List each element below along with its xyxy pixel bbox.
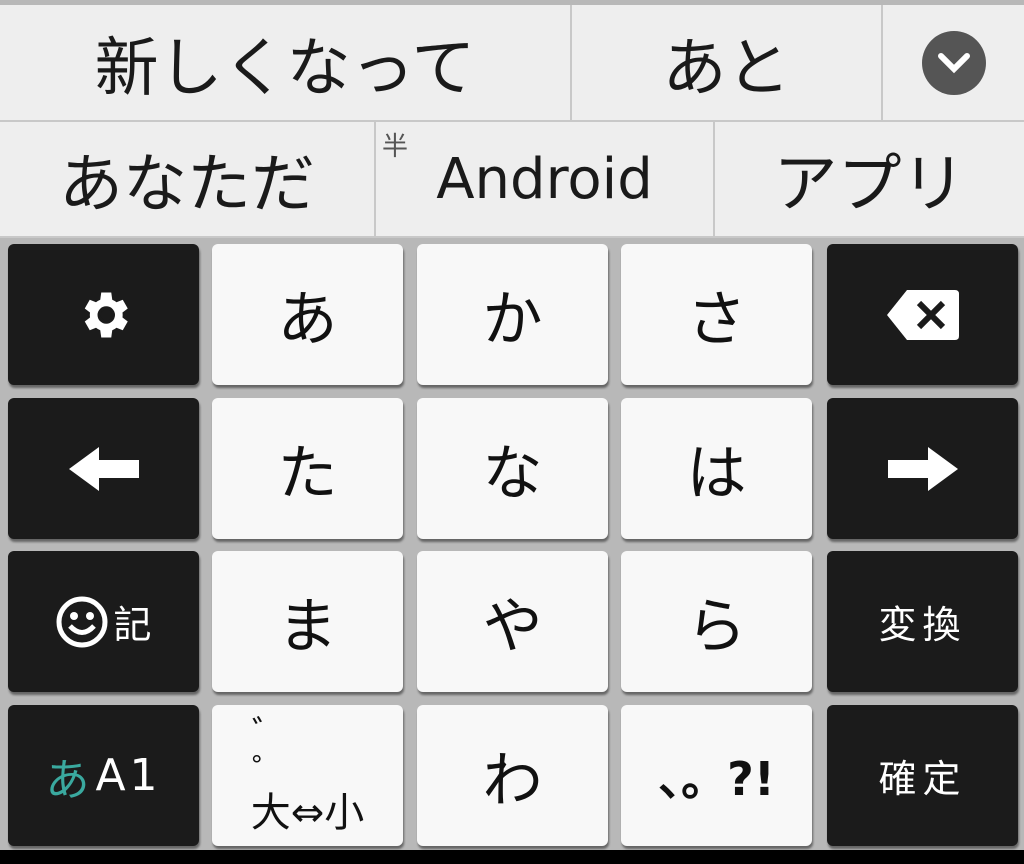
key-a[interactable]: あ [212,244,403,385]
key-na[interactable]: な [417,398,608,539]
candidate-4[interactable]: 半 Android [376,122,715,238]
candidate-3[interactable]: あなただ [0,122,376,238]
cursor-left-key[interactable] [8,398,199,539]
emoji-symbol-key[interactable]: 記 [8,551,199,692]
size-toggle-label: 大⇔小 [250,789,365,836]
emoji-key-label: 記 [113,603,152,647]
expand-candidates-button[interactable] [883,5,1024,122]
candidate-label: 新しくなって [94,31,476,106]
candidate-label: アプリ [773,148,966,222]
key-ka[interactable]: か [417,244,608,385]
backspace-icon [886,289,959,340]
convert-key[interactable]: 変換 [827,551,1018,692]
arrow-left-icon [68,446,139,491]
candidate-2[interactable]: あと [572,5,883,122]
cursor-right-key[interactable] [827,398,1018,539]
key-label: さ [686,285,747,355]
key-label: た [277,439,338,509]
backspace-key[interactable] [827,244,1018,385]
punctuation-key[interactable]: 、。?! [621,705,812,846]
candidate-label: あなただ [59,148,315,222]
key-ma[interactable]: ま [212,551,403,692]
key-ya[interactable]: や [417,551,608,692]
key-wa[interactable]: わ [417,705,608,846]
key-label: ら [686,592,747,662]
chevron-down-icon [921,30,986,95]
gear-icon [84,292,128,337]
mode-alnum-label: A1 [95,750,162,801]
key-ta[interactable]: た [212,398,403,539]
settings-key[interactable] [8,244,199,385]
key-label: か [482,285,543,355]
smiley-icon [56,596,108,647]
key-sa[interactable]: さ [621,244,812,385]
key-label: な [482,439,543,509]
navigation-bar [0,850,1024,864]
key-label: 変換 [878,603,967,647]
candidate-label: あと [662,31,791,106]
key-ha[interactable]: は [621,398,812,539]
key-label: あ [277,285,338,355]
key-label: や [482,592,543,662]
dakuten-label: ゛ ゜ [252,714,326,792]
mode-kana-label: あ [45,754,90,806]
input-mode-key[interactable]: あ A1 [8,705,199,846]
key-label: 、。?! [658,751,775,806]
candidate-1[interactable]: 新しくなって [0,5,572,122]
key-label: は [686,439,747,509]
key-label: わ [482,746,543,816]
key-label: ま [277,592,338,662]
candidate-label: Android [436,146,653,212]
confirm-key[interactable]: 確定 [827,705,1018,846]
half-width-badge: 半 [382,132,409,162]
key-ra[interactable]: ら [621,551,812,692]
key-label: 確定 [878,757,967,801]
arrow-right-icon [887,446,958,491]
candidate-5[interactable]: アプリ [715,122,1024,238]
dakuten-size-key[interactable]: ゛ ゜ 大⇔小 [212,705,403,846]
